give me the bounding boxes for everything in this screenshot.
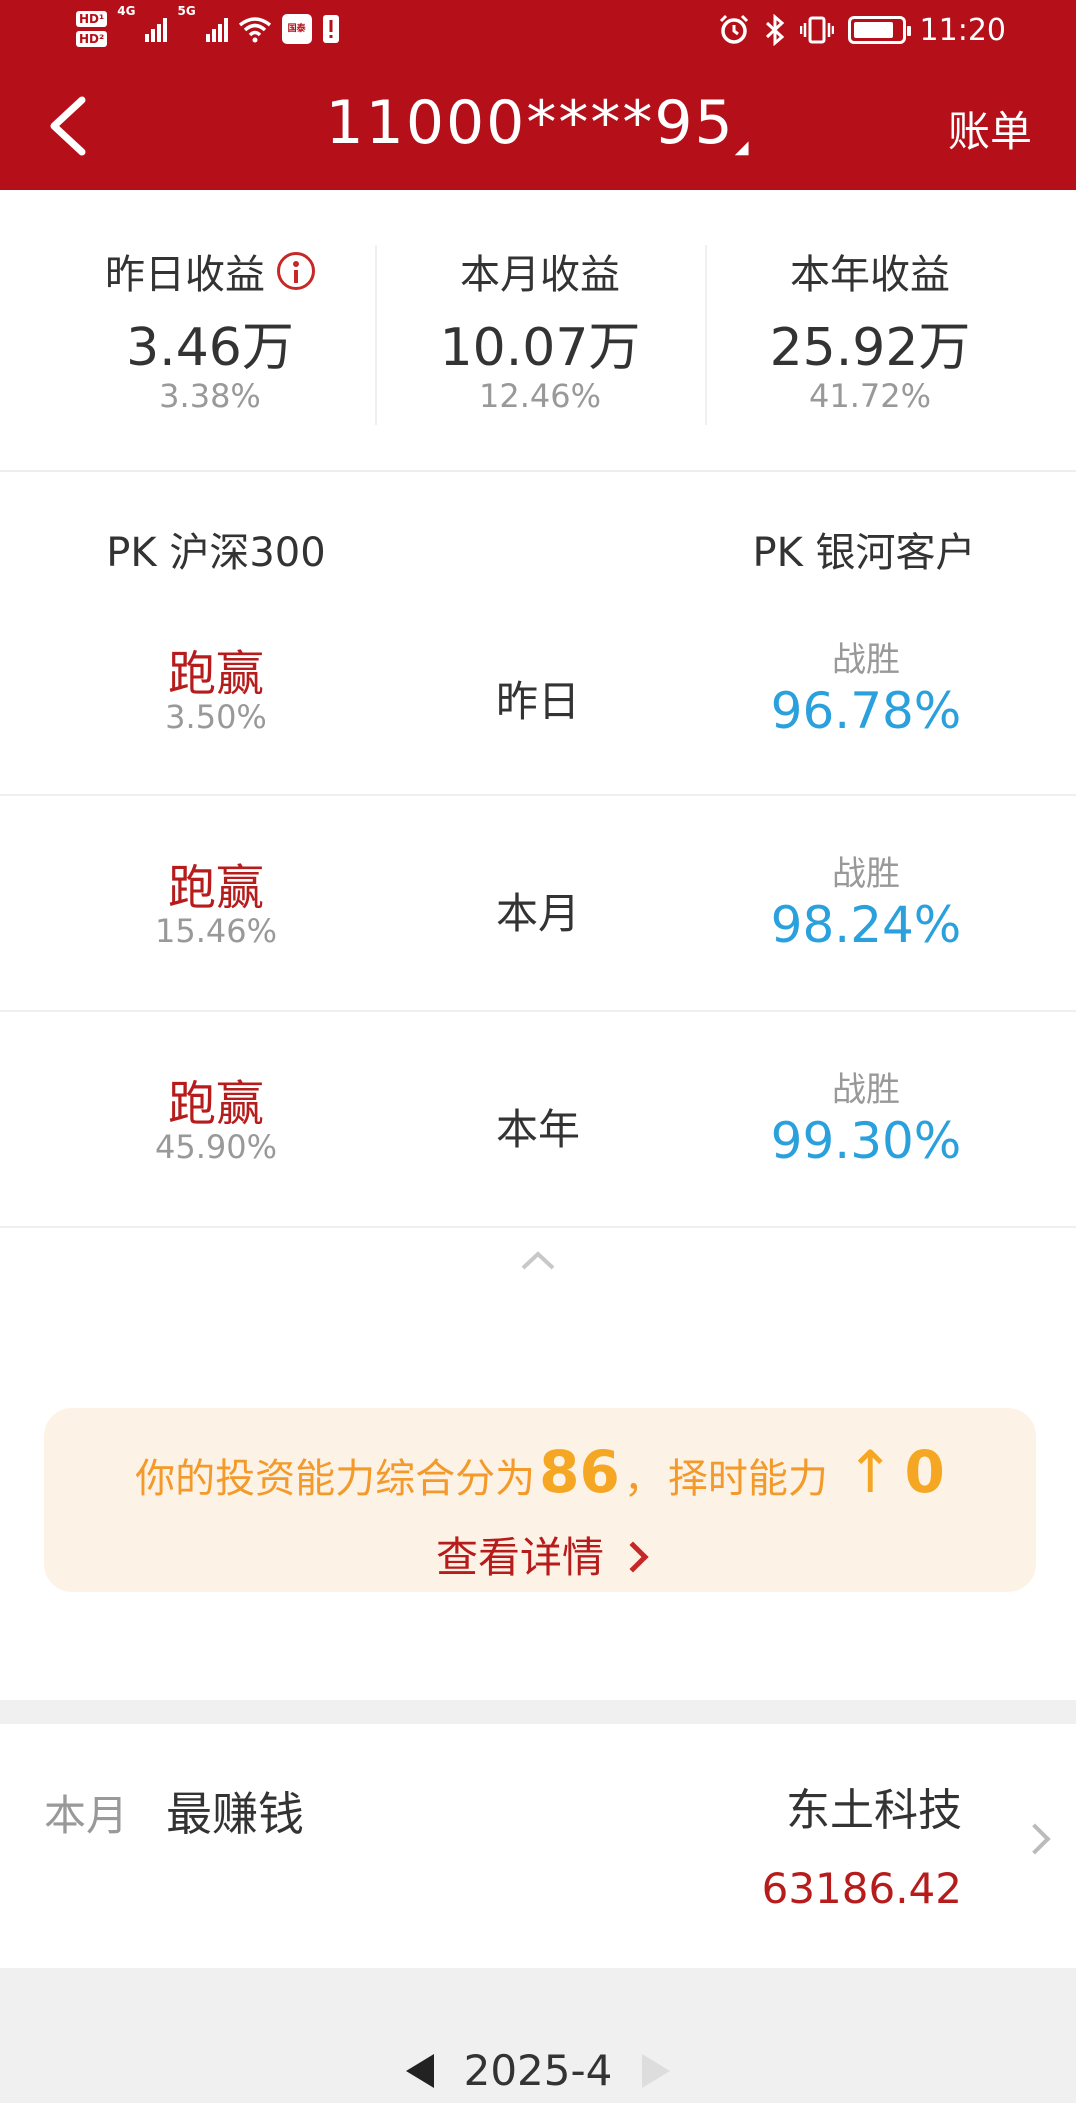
year-earnings-value: 25.92万: [769, 318, 971, 378]
year-earnings-pct: 41.72%: [808, 377, 931, 415]
timing-value: 0: [904, 1438, 945, 1506]
hd-icons: HD¹ HD²: [76, 11, 108, 47]
collapse-up-icon[interactable]: [519, 1248, 557, 1272]
prev-month-button[interactable]: [405, 2053, 434, 2088]
top-earner-stock: 东土科技: [786, 1785, 962, 1836]
nav-bar: 11000****95◢ 账单: [0, 62, 1076, 190]
top-earner-period: 本月: [44, 1791, 129, 1840]
bluetooth-icon: [765, 14, 784, 46]
pk-clients-result: 战胜 99.30%: [656, 1062, 1076, 1170]
account-title[interactable]: 11000****95◢: [0, 88, 1076, 158]
top-earner-label: 最赚钱: [166, 1787, 304, 1841]
battery-icon: [847, 16, 911, 44]
vibrate-icon: [799, 16, 834, 44]
section-separator: [0, 1700, 1076, 1724]
app-notification-icon: 国泰: [281, 14, 312, 44]
pk-beat-pct: 99.30%: [770, 1112, 962, 1170]
year-earnings[interactable]: 本年收益 25.92万 41.72%: [705, 245, 1035, 415]
pk-beat-pct: 98.24%: [770, 896, 962, 954]
account-dropdown-icon: ◢: [734, 137, 751, 158]
pk-index-header: PK 沪深300: [106, 530, 326, 576]
pk-beat-label: 战胜: [832, 854, 900, 894]
yesterday-earnings-label-row: 昨日收益: [45, 245, 375, 298]
month-navigator: 2025-4: [0, 1968, 1076, 2103]
hd2-icon: HD²: [76, 31, 108, 47]
yesterday-earnings-label: 昨日收益: [105, 252, 265, 298]
status-time: 11:20: [919, 12, 1006, 48]
arrow-up-icon: ↑: [845, 1438, 895, 1506]
top-bar: HD¹ HD² 4G 5G 国泰 11:20 11000****95◢ 账单: [0, 0, 1076, 190]
top-earner-row[interactable]: 本月 最赚钱 东土科技 63186.42: [0, 1724, 1076, 1968]
month-earnings-value: 10.07万: [439, 318, 641, 378]
status-bar: HD¹ HD² 4G 5G 国泰 11:20: [0, 0, 1076, 62]
net1-label: 4G: [117, 4, 136, 18]
chevron-right-icon: [617, 1541, 649, 1573]
pk-clients-result: 战胜 98.24%: [656, 846, 1076, 954]
investment-score-banner[interactable]: 你的投资能力综合分为 86，择时能力 ↑ 0 查看详情: [44, 1408, 1036, 1592]
pk-row-year: 跑赢 45.90% 本年 战胜 99.30%: [0, 1012, 1076, 1228]
notification-alert-icon: [322, 15, 339, 43]
score-value: 86: [539, 1438, 620, 1506]
wifi-icon: [238, 17, 271, 43]
status-right: 11:20: [718, 8, 1006, 52]
yesterday-earnings[interactable]: 昨日收益 3.46万 3.38%: [45, 245, 375, 415]
info-icon[interactable]: [277, 252, 315, 290]
signal2-icon: [205, 16, 228, 42]
signal1-icon: [145, 16, 168, 42]
pk-row-yesterday: 跑赢 3.50% 昨日 战胜 96.78%: [0, 580, 1076, 796]
pk-beat-label: 战胜: [832, 1070, 900, 1110]
view-details-link[interactable]: 查看详情: [44, 1524, 1036, 1585]
net2-label: 5G: [177, 4, 196, 18]
score-line: 你的投资能力综合分为 86，择时能力 ↑ 0: [44, 1438, 1036, 1506]
status-left: HD¹ HD² 4G 5G 国泰: [76, 4, 340, 54]
yesterday-earnings-value: 3.46万: [126, 318, 294, 378]
pk-row-month: 跑赢 15.46% 本月 战胜 98.24%: [0, 796, 1076, 1012]
timing-label: 择时能力: [667, 1456, 828, 1502]
top-earner-amount: 63186.42: [761, 1864, 962, 1913]
account-number: 11000****95: [325, 88, 735, 158]
pk-beat-pct: 96.78%: [770, 682, 962, 740]
pk-beat-label: 战胜: [832, 640, 900, 680]
next-month-button[interactable]: [642, 2053, 671, 2088]
alarm-icon: [719, 14, 748, 44]
current-month: 2025-4: [463, 2046, 613, 2095]
chevron-right-icon: [1019, 1823, 1051, 1855]
month-earnings-pct: 12.46%: [478, 377, 601, 415]
pk-clients-result: 战胜 96.78%: [656, 632, 1076, 740]
score-separator: ，: [623, 1456, 664, 1502]
month-nav-controls: 2025-4: [0, 2046, 1076, 2095]
earnings-summary: 昨日收益 3.46万 3.38% 本月收益 10.07万 12.46% 本年收益…: [0, 190, 1076, 472]
month-earnings-label: 本月收益: [460, 252, 620, 298]
yesterday-earnings-pct: 3.38%: [159, 377, 261, 415]
year-earnings-label: 本年收益: [790, 252, 950, 298]
month-earnings[interactable]: 本月收益 10.07万 12.46%: [375, 245, 705, 415]
hd1-icon: HD¹: [76, 11, 108, 27]
pk-clients-header: PK 银河客户: [752, 530, 976, 576]
score-prefix: 你的投资能力综合分为: [135, 1456, 536, 1502]
bill-button[interactable]: 账单: [948, 98, 1032, 159]
view-details-label: 查看详情: [435, 1533, 604, 1582]
